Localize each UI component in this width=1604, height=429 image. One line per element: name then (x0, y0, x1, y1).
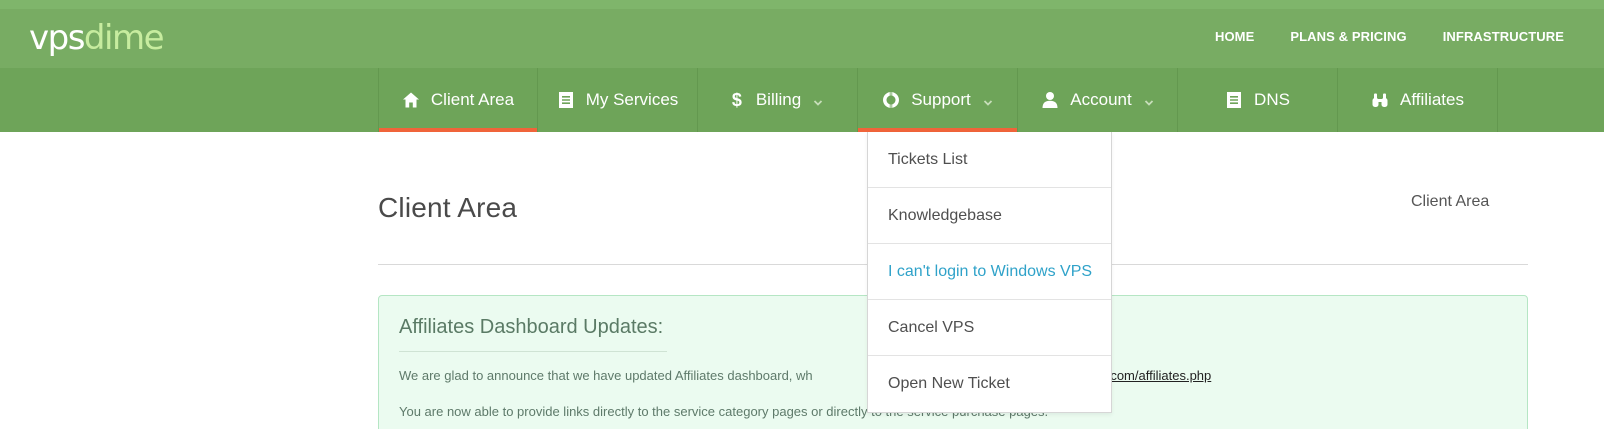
top-nav-infrastructure-link[interactable]: INFRASTRUCTURE (1443, 29, 1564, 44)
dollar-icon: $ (731, 89, 742, 110)
vpsdime-logo[interactable]: vpsdime (29, 18, 165, 58)
user-icon (1042, 92, 1058, 108)
announcement-line-1-text: We are glad to announce that we have upd… (399, 368, 813, 383)
announcement-title: Affiliates Dashboard Updates: (399, 316, 664, 338)
announcement-divider (399, 351, 667, 352)
support-dropdown-menu: Tickets List Knowledgebase I can't login… (867, 132, 1112, 413)
home-icon (402, 92, 419, 108)
document-icon (558, 92, 573, 108)
nav-item-my-services[interactable]: My Services (538, 68, 698, 132)
page-title: Client Area (378, 192, 518, 223)
nav-item-label: Client Area (430, 90, 515, 109)
nav-item-support[interactable]: Support (858, 68, 1018, 132)
nav-item-billing[interactable]: $ Billing (698, 68, 858, 132)
top-navigation: HOME PLANS & PRICING INFRASTRUCTURE (1215, 29, 1564, 44)
chevron-down-icon (983, 100, 992, 106)
chevron-down-icon (814, 100, 823, 106)
nav-item-client-area[interactable]: Client Area (378, 68, 538, 132)
main-navigation: Client Area My Services $ Billing Suppor… (0, 68, 1604, 132)
menu-item-tickets-list[interactable]: Tickets List (868, 132, 1111, 188)
binoculars-icon (1372, 93, 1388, 107)
lifebuoy-icon (883, 92, 900, 108)
nav-item-affiliates[interactable]: Affiliates (1338, 68, 1498, 132)
nav-item-label: Affiliates (1400, 90, 1464, 109)
nav-item-label: My Services (585, 90, 679, 109)
top-nav-home-link[interactable]: HOME (1215, 29, 1254, 44)
menu-item-knowledgebase[interactable]: Knowledgebase (868, 188, 1111, 244)
nav-item-dns[interactable]: DNS (1178, 68, 1338, 132)
nav-item-label: Account (1070, 90, 1132, 109)
nav-item-label: Support (911, 90, 971, 109)
nav-item-label: DNS (1254, 90, 1290, 109)
nav-item-account[interactable]: Account (1018, 68, 1178, 132)
document-icon (1227, 92, 1242, 108)
menu-item-cancel-vps[interactable]: Cancel VPS (868, 300, 1111, 356)
menu-item-open-new-ticket[interactable]: Open New Ticket (868, 356, 1111, 412)
nav-item-label: Billing (755, 90, 802, 109)
top-header: vpsdime HOME PLANS & PRICING INFRASTRUCT… (0, 0, 1604, 68)
menu-item-windows-vps-login-help[interactable]: I can't login to Windows VPS (868, 244, 1111, 300)
breadcrumb[interactable]: Client Area (1411, 193, 1489, 211)
chevron-down-icon (1144, 100, 1153, 106)
top-nav-plans-pricing-link[interactable]: PLANS & PRICING (1290, 29, 1406, 44)
